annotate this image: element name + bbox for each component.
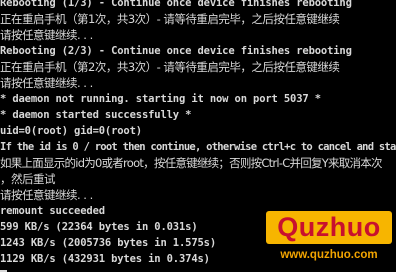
terminal-line: * daemon not running. starting it now on… [0,93,321,105]
terminal-line: If the id is 0 / root then continue, oth… [0,141,396,153]
terminal-line: 1129 KB/s (432931 bytes in 0.374s) [0,253,210,265]
terminal-line: 如果上面显示的id为0或者root，按任意键继续；否则按Ctrl-C并回复Y来取… [0,156,383,170]
terminal-line: 请按任意键继续. . . [0,188,93,202]
terminal-line: 请按任意键继续. . . [0,76,93,90]
quzhuo-url: www.quzhuo.com [280,249,378,261]
terminal-line: uid=0(root) gid=0(root) [0,125,142,137]
terminal-line: ，然后重试 [0,172,56,186]
quzhuo-watermark: Quzhuo www.quzhuo.com [260,210,396,272]
terminal-line: Rebooting (1/3) - Continue once device f… [0,0,352,9]
terminal-line: * daemon started successfully * [0,109,192,121]
terminal-line: Rebooting (2/3) - Continue once device f… [0,45,352,57]
quzhuo-logo: Quzhuo [266,211,392,244]
terminal-line: remount succeeded [0,205,105,217]
terminal-window[interactable]: Rebooting (1/3) - Continue once device f… [0,0,396,272]
terminal-line: 1243 KB/s (2005736 bytes in 1.575s) [0,237,217,249]
terminal-line: 正在重启手机（第1次，共3次）- 请等待重启完毕，之后按任意键继续 [0,12,340,26]
terminal-line: 请按任意键继续. . . [0,28,93,42]
terminal-line: 正在重启手机（第2次，共3次）- 请等待重启完毕，之后按任意键继续 [0,60,340,74]
terminal-line: 599 KB/s (22364 bytes in 0.031s) [0,221,198,233]
